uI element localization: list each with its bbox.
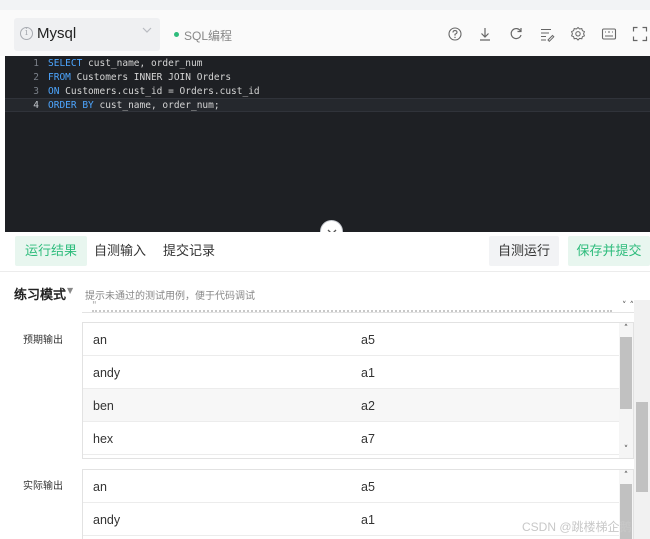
table-cell: a7 (361, 432, 375, 446)
line-number: 2 (33, 72, 39, 83)
sql-keyword: SELECT (48, 58, 83, 69)
table-row: an a5 (83, 470, 621, 503)
save-and-submit-button[interactable]: 保存并提交 (568, 236, 650, 266)
language-select[interactable]: i Mysql (14, 18, 160, 51)
actual-output-label: 实际输出 (23, 481, 63, 492)
table-cell: a5 (361, 333, 375, 347)
reset-icon[interactable] (508, 26, 524, 42)
fullscreen-icon[interactable] (632, 26, 648, 42)
sql-keyword: ORDER BY (48, 100, 94, 111)
language-value: Mysql (37, 25, 77, 42)
sql-keyword: ON (48, 86, 60, 97)
code-text: cust_name, order_num (82, 58, 203, 69)
table-row: ben a2 (83, 389, 621, 422)
page-scrollbar[interactable] (634, 300, 650, 539)
self-test-run-button[interactable]: 自测运行 (489, 236, 559, 266)
chevron-down-icon (142, 24, 152, 38)
table-cell: an (93, 480, 107, 494)
table-cell: hex (93, 432, 114, 446)
expected-output-label: 预期输出 (23, 335, 63, 346)
table-cell: a5 (361, 480, 375, 494)
mode-label: SQL编程 (184, 29, 233, 43)
expected-output-table[interactable]: an a5 andy a1 ben a2 hex a7 ˄ ˅ (82, 322, 634, 459)
settings-icon[interactable] (570, 26, 586, 42)
table-row: an a5 (83, 323, 621, 356)
tab-run-result[interactable]: 运行结果 (15, 236, 88, 266)
table-cell: a1 (361, 366, 375, 380)
shortcut-icon[interactable] (601, 26, 617, 42)
table-cell: an (93, 333, 107, 347)
table-cell: ben (93, 399, 114, 413)
scroll-up-icon[interactable]: ˄ (620, 471, 632, 481)
code-text: Customers INNER JOIN Orders (70, 72, 232, 83)
line-number: 1 (33, 58, 39, 69)
table-row: hex a7 (83, 422, 621, 455)
code-text: Customers.cust_id = Orders.cust_id (59, 86, 260, 97)
line-number: 3 (33, 86, 39, 97)
line-number: 4 (33, 100, 39, 111)
code-line: 1 SELECT cust_name, order_num (5, 57, 650, 71)
scrollbar-thumb[interactable] (620, 337, 632, 409)
mode-status-dot (174, 32, 179, 37)
code-line: 2 FROM Customers INNER JOIN Orders (5, 71, 650, 85)
scroll-up-icon[interactable]: ˄ (620, 324, 632, 334)
table-cell: andy (93, 366, 121, 380)
scrollbar-thumb[interactable] (636, 402, 648, 492)
table-scrollbar[interactable]: ˄ ˅ (619, 323, 633, 458)
table-row: andy a1 (83, 356, 621, 389)
top-strip (0, 0, 650, 10)
tab-custom-input[interactable]: 自测输入 (84, 236, 156, 266)
cut-off-row: " (82, 300, 634, 313)
code-text: cust_name, order_num; (93, 100, 220, 111)
practice-mode-select[interactable]: 练习模式 (14, 284, 66, 303)
result-tabs: 运行结果 自测输入 提交记录 自测运行 保存并提交 (0, 232, 650, 272)
table-cell: andy (93, 513, 121, 527)
caret-down-icon[interactable]: ▼ (67, 286, 73, 295)
editor-toolbar: i Mysql SQL编程 (0, 10, 650, 56)
cut-off-line (92, 310, 612, 312)
scroll-down-icon[interactable]: ˅ (620, 445, 632, 455)
tab-submission-history[interactable]: 提交记录 (153, 236, 225, 266)
info-circle-icon: i (20, 27, 33, 40)
code-editor[interactable]: 1 SELECT cust_name, order_num 2 FROM Cus… (5, 56, 650, 232)
format-icon[interactable] (539, 26, 555, 42)
download-icon[interactable] (477, 26, 493, 42)
code-line-active: 4 ORDER BY cust_name, order_num; (5, 98, 650, 112)
table-cell: a2 (361, 399, 375, 413)
code-line: 3 ON Customers.cust_id = Orders.cust_id (5, 85, 650, 99)
help-icon[interactable] (447, 26, 463, 42)
watermark: CSDN @跳楼梯企鹅 (522, 520, 632, 534)
sql-keyword: FROM (48, 72, 71, 83)
table-cell: a1 (361, 513, 375, 527)
